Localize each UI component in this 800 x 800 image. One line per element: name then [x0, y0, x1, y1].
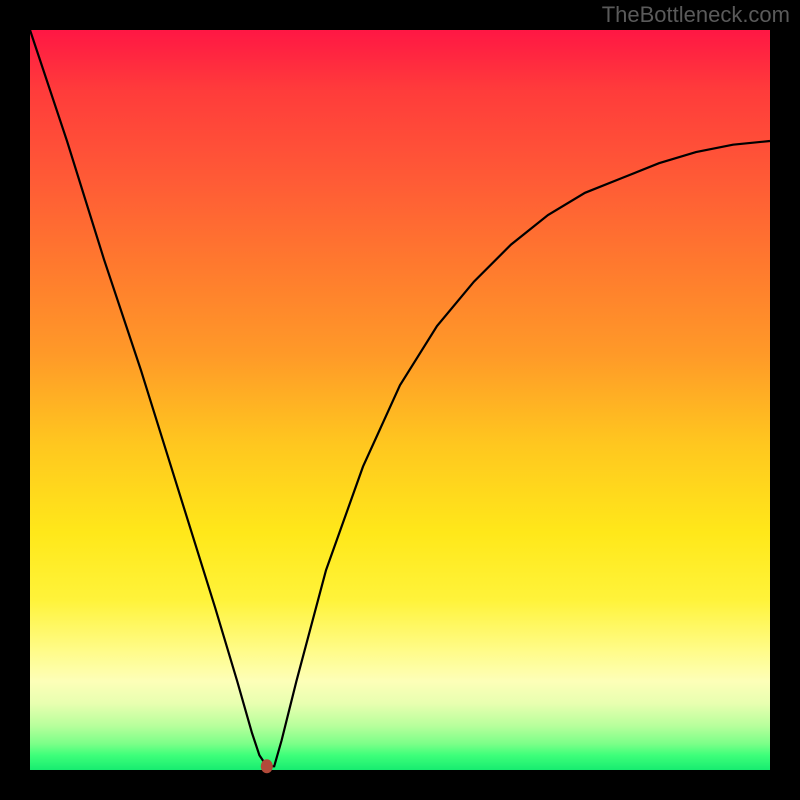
chart-container: TheBottleneck.com [0, 0, 800, 800]
curve-svg [30, 30, 770, 770]
plot-area [30, 30, 770, 770]
watermark-text: TheBottleneck.com [602, 2, 790, 28]
bottleneck-curve [30, 30, 770, 766]
minimum-marker [261, 759, 273, 773]
